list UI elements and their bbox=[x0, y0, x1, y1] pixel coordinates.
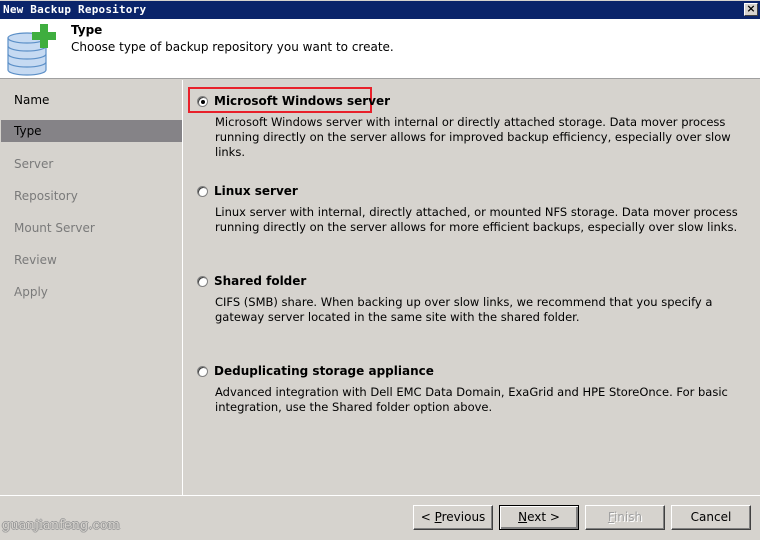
repository-type-panel: Microsoft Windows server Microsoft Windo… bbox=[183, 80, 760, 495]
next-rest: ext > bbox=[527, 510, 560, 524]
next-button[interactable]: Next > bbox=[499, 505, 579, 530]
radio-windows-server[interactable] bbox=[197, 96, 208, 107]
wizard-steps: Name Type Server Repository Mount Server… bbox=[0, 80, 183, 495]
radio-dedup-appliance[interactable] bbox=[197, 366, 208, 377]
step-title: Type bbox=[71, 23, 103, 37]
option-label[interactable]: Microsoft Windows server bbox=[214, 94, 390, 108]
step-review: Review bbox=[14, 253, 57, 267]
radio-shared-folder[interactable] bbox=[197, 276, 208, 287]
step-apply: Apply bbox=[14, 285, 48, 299]
wizard-header: Type Choose type of backup repository yo… bbox=[0, 19, 760, 79]
cancel-button[interactable]: Cancel bbox=[671, 505, 751, 530]
radio-linux-server[interactable] bbox=[197, 186, 208, 197]
step-mount-server: Mount Server bbox=[14, 221, 95, 235]
step-type[interactable]: Type bbox=[1, 120, 182, 142]
footer-divider bbox=[0, 495, 760, 496]
option-description: Advanced integration with Dell EMC Data … bbox=[215, 385, 728, 414]
step-repository: Repository bbox=[14, 189, 78, 203]
close-icon: × bbox=[746, 2, 756, 15]
next-mnemonic: N bbox=[518, 510, 528, 524]
option-label[interactable]: Shared folder bbox=[214, 274, 306, 288]
option-description: Linux server with internal, directly att… bbox=[215, 205, 738, 234]
previous-mnemonic: P bbox=[434, 510, 442, 524]
finish-button[interactable]: Finish bbox=[585, 505, 665, 530]
previous-rest: revious bbox=[441, 510, 486, 524]
watermark: guanjianfeng.com bbox=[2, 518, 120, 533]
option-description: Microsoft Windows server with internal o… bbox=[215, 115, 731, 159]
step-subtitle: Choose type of backup repository you wan… bbox=[71, 40, 394, 54]
previous-prefix: < bbox=[420, 510, 435, 524]
option-label[interactable]: Deduplicating storage appliance bbox=[214, 364, 434, 378]
option-label[interactable]: Linux server bbox=[214, 184, 298, 198]
database-add-icon bbox=[7, 24, 56, 76]
option-description: CIFS (SMB) share. When backing up over s… bbox=[215, 295, 713, 324]
close-button[interactable]: × bbox=[744, 3, 758, 16]
finish-rest: inish bbox=[613, 510, 643, 524]
step-name[interactable]: Name bbox=[1, 89, 182, 111]
title-bar: New Backup Repository × bbox=[0, 0, 760, 19]
window-title: New Backup Repository bbox=[3, 3, 147, 16]
step-server: Server bbox=[14, 157, 54, 171]
previous-button[interactable]: < Previous bbox=[413, 505, 493, 530]
